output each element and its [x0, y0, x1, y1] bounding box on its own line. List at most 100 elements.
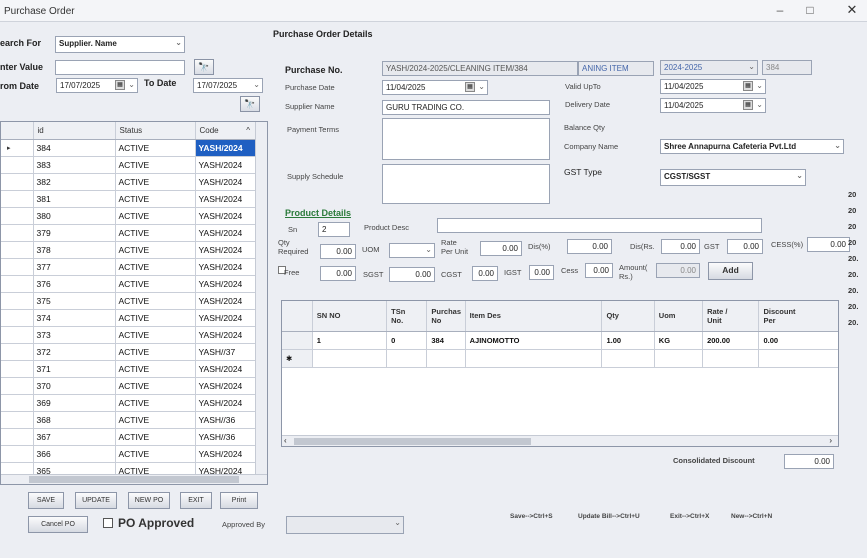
- list-vertical-scrollbar[interactable]: [255, 122, 267, 484]
- row-header[interactable]: [1, 445, 34, 463]
- cess-field[interactable]: 0.00: [585, 263, 613, 278]
- item-type-select[interactable]: ANING ITEM: [578, 61, 654, 76]
- table-row[interactable]: 382 ACTIVE YASH/2024: [1, 173, 267, 191]
- cell-status[interactable]: ACTIVE: [115, 326, 196, 344]
- row-header[interactable]: [1, 326, 34, 344]
- table-row[interactable]: 378 ACTIVE YASH/2024: [1, 241, 267, 259]
- amount-field[interactable]: 0.00: [656, 263, 700, 278]
- cell-status[interactable]: ACTIVE: [115, 377, 196, 395]
- cell-status[interactable]: ACTIVE: [115, 309, 196, 327]
- cell-id[interactable]: 371: [33, 360, 116, 378]
- purchase-no-field[interactable]: YASH/2024-2025/CLEANING ITEM/384: [382, 61, 578, 76]
- row-header[interactable]: [1, 343, 34, 361]
- sgst-field[interactable]: 0.00: [389, 267, 435, 282]
- cell-id[interactable]: 373: [33, 326, 116, 344]
- cell-id[interactable]: 379: [33, 224, 116, 242]
- update-button[interactable]: UPDATE: [75, 492, 117, 509]
- table-row[interactable]: 383 ACTIVE YASH/2024: [1, 156, 267, 174]
- sn-field[interactable]: 2: [318, 222, 350, 237]
- dis-rs-field[interactable]: 0.00: [661, 239, 700, 254]
- items-empty-cell[interactable]: [702, 349, 760, 368]
- row-header[interactable]: [1, 377, 34, 395]
- new-row-icon[interactable]: ✱: [282, 349, 313, 368]
- gst-field[interactable]: 0.00: [727, 239, 763, 254]
- items-empty-cell[interactable]: [601, 349, 655, 368]
- cell-id[interactable]: 372: [33, 343, 116, 361]
- cell-status[interactable]: ACTIVE: [115, 275, 196, 293]
- product-desc-field[interactable]: [437, 218, 762, 233]
- table-row[interactable]: 373 ACTIVE YASH/2024: [1, 326, 267, 344]
- cell-id[interactable]: 377: [33, 258, 116, 276]
- search-binoculars-button[interactable]: 🔭: [194, 59, 214, 75]
- free-field[interactable]: 0.00: [320, 266, 356, 281]
- print-button[interactable]: Print: [220, 492, 258, 509]
- items-column-header[interactable]: Discount Per: [758, 301, 838, 332]
- enter-value-input[interactable]: [55, 60, 185, 75]
- items-cell-qty[interactable]: 1.00: [601, 331, 655, 350]
- igst-field[interactable]: 0.00: [529, 265, 554, 280]
- row-header[interactable]: [1, 173, 34, 191]
- table-row[interactable]: 375 ACTIVE YASH/2024: [1, 292, 267, 310]
- cgst-field[interactable]: 0.00: [472, 266, 498, 281]
- save-button[interactable]: SAVE: [28, 492, 64, 509]
- valid-upto-picker[interactable]: 11/04/2025 ▦ ⌄: [660, 79, 766, 94]
- table-row[interactable]: 371 ACTIVE YASH/2024: [1, 360, 267, 378]
- cell-status[interactable]: ACTIVE: [115, 207, 196, 225]
- row-header[interactable]: [1, 309, 34, 327]
- cess-pct-field[interactable]: 0.00: [807, 237, 850, 252]
- items-empty-cell[interactable]: [758, 349, 838, 368]
- cell-status[interactable]: ACTIVE: [115, 190, 196, 208]
- row-header[interactable]: [282, 331, 313, 350]
- cell-status[interactable]: ACTIVE: [115, 139, 196, 157]
- row-header[interactable]: [1, 275, 34, 293]
- new-po-button[interactable]: NEW PO: [128, 492, 170, 509]
- cell-id[interactable]: 384: [33, 139, 116, 157]
- cell-status[interactable]: ACTIVE: [115, 241, 196, 259]
- fin-year-select[interactable]: 2024-2025 ⌄: [660, 60, 758, 75]
- purchase-date-picker[interactable]: 11/04/2025 ▦ ⌄: [382, 80, 488, 95]
- cell-id[interactable]: 376: [33, 275, 116, 293]
- search-for-select[interactable]: Supplier. Name ⌄: [55, 36, 185, 53]
- to-date-picker[interactable]: 17/07/2025 ⌄: [193, 78, 263, 93]
- items-column-header[interactable]: Uom: [654, 301, 704, 332]
- cell-id[interactable]: 368: [33, 411, 116, 429]
- cell-id[interactable]: 369: [33, 394, 116, 412]
- cell-status[interactable]: ACTIVE: [115, 411, 196, 429]
- table-row[interactable]: 380 ACTIVE YASH/2024: [1, 207, 267, 225]
- cell-status[interactable]: ACTIVE: [115, 394, 196, 412]
- uom-select[interactable]: ⌄: [389, 243, 435, 258]
- row-header[interactable]: [1, 190, 34, 208]
- table-row[interactable]: ▸ 384 ACTIVE YASH/2024: [1, 139, 267, 157]
- items-column-header[interactable]: Purchas No: [426, 301, 466, 332]
- cell-status[interactable]: ACTIVE: [115, 292, 196, 310]
- cell-status[interactable]: ACTIVE: [115, 224, 196, 242]
- qty-required-field[interactable]: 0.00: [320, 244, 356, 259]
- po-id-field[interactable]: 384: [762, 60, 812, 75]
- table-row[interactable]: 372 ACTIVE YASH//37: [1, 343, 267, 361]
- supplier-name-field[interactable]: GURU TRADING CO.: [382, 100, 550, 115]
- items-cell-purchase-no[interactable]: 384: [426, 331, 466, 350]
- items-cell-tsn[interactable]: 0: [386, 331, 428, 350]
- table-row[interactable]: 368 ACTIVE YASH//36: [1, 411, 267, 429]
- cell-id[interactable]: 366: [33, 445, 116, 463]
- consolidated-discount-field[interactable]: 0.00: [784, 454, 834, 469]
- scroll-left-icon[interactable]: ‹: [284, 436, 287, 445]
- cell-id[interactable]: 375: [33, 292, 116, 310]
- cell-id[interactable]: 367: [33, 428, 116, 446]
- payment-terms-textarea[interactable]: [382, 118, 550, 160]
- row-header[interactable]: [1, 394, 34, 412]
- gst-type-select[interactable]: CGST/SGST ⌄: [660, 169, 806, 186]
- cell-id[interactable]: 370: [33, 377, 116, 395]
- table-row[interactable]: 370 ACTIVE YASH/2024: [1, 377, 267, 395]
- supply-schedule-textarea[interactable]: [382, 164, 550, 204]
- items-empty-cell[interactable]: [312, 349, 388, 368]
- cell-status[interactable]: ACTIVE: [115, 360, 196, 378]
- cell-status[interactable]: ACTIVE: [115, 343, 196, 361]
- cell-status[interactable]: ACTIVE: [115, 445, 196, 463]
- scroll-thumb[interactable]: [29, 476, 239, 483]
- items-cell-uom[interactable]: KG: [654, 331, 704, 350]
- cell-status[interactable]: ACTIVE: [115, 156, 196, 174]
- company-name-select[interactable]: Shree Annapurna Cafeteria Pvt.Ltd ⌄: [660, 139, 844, 154]
- items-row[interactable]: 1 0 384 AJINOMOTTO 1.00 KG 200.00 0.00: [282, 331, 838, 350]
- table-row[interactable]: 366 ACTIVE YASH/2024: [1, 445, 267, 463]
